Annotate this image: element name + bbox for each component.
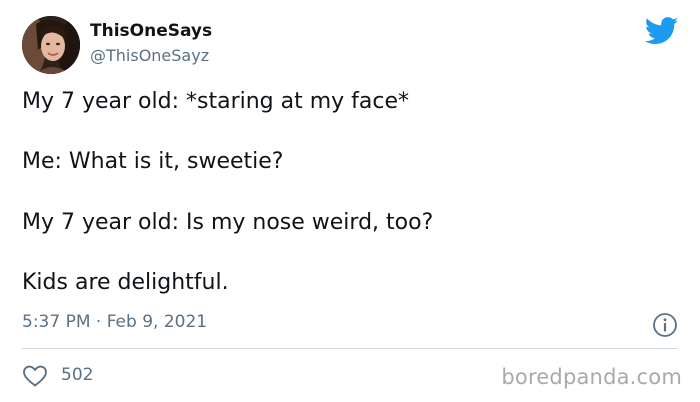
like-count: 502 — [61, 365, 94, 385]
display-name[interactable]: ThisOneSays — [90, 21, 212, 41]
user-handle[interactable]: @ThisOneSayz — [90, 46, 209, 65]
tweet-text-line: My 7 year old: *staring at my face* — [22, 89, 410, 114]
tweet-text-line: Kids are delightful. — [22, 270, 229, 295]
watermark: boredpanda.com — [501, 365, 682, 389]
divider — [22, 348, 678, 349]
twitter-bird-icon[interactable] — [645, 17, 679, 45]
avatar[interactable] — [22, 16, 80, 74]
tweet-card: ThisOneSays @ThisOneSayz My 7 year old: … — [0, 0, 700, 402]
info-icon[interactable] — [652, 312, 678, 338]
heart-icon[interactable] — [22, 364, 48, 388]
tweet-timestamp[interactable]: 5:37 PM · Feb 9, 2021 — [22, 312, 207, 332]
tweet-text-line: Me: What is it, sweetie? — [22, 149, 284, 174]
tweet-text-line: My 7 year old: Is my nose weird, too? — [22, 210, 434, 235]
